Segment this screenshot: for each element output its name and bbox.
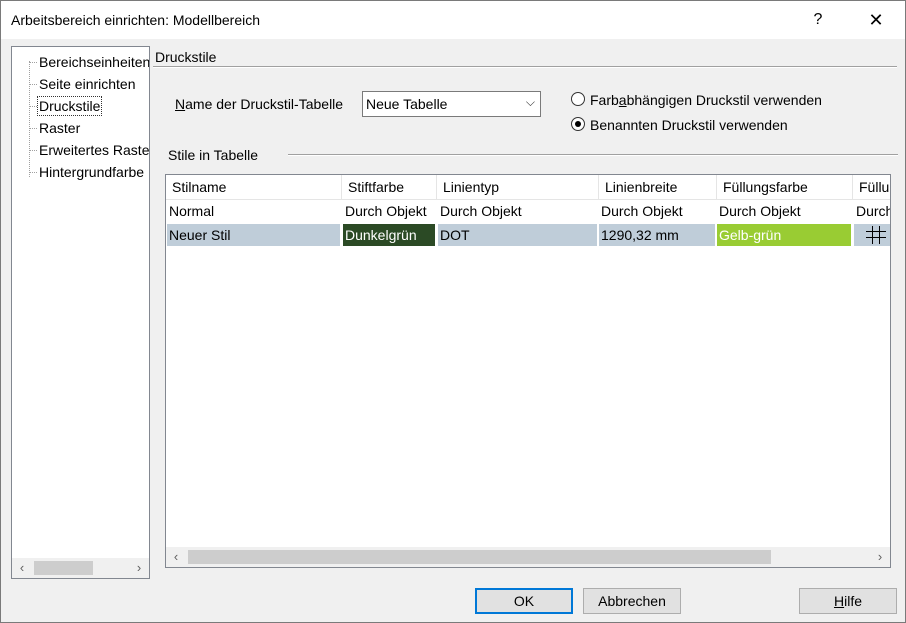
combobox-value: Neue Tabelle — [366, 96, 448, 112]
chevron-down-icon[interactable]: ⌵ — [526, 95, 535, 110]
table-name-label: Name der Druckstil-Tabelle — [175, 96, 343, 112]
radio-label: Benannten Druckstil verwenden — [590, 117, 788, 133]
cell-linientyp: DOT — [438, 224, 597, 246]
cell-linientyp: Durch Objekt — [440, 203, 522, 219]
tree-item-label: Druckstile — [36, 96, 103, 116]
scroll-left-icon[interactable]: ‹ — [166, 547, 186, 567]
scroll-left-icon[interactable]: ‹ — [12, 558, 32, 578]
cell-stilname: Normal — [169, 203, 215, 219]
tree-item-bereichseinheiten[interactable]: Bereichseinheiten — [12, 51, 149, 73]
styles-table: Stilname Stiftfarbe Linientyp Linienbrei… — [165, 174, 891, 568]
column-header-stilname[interactable]: Stilname — [166, 175, 342, 199]
accelerator-key: N — [175, 96, 186, 112]
dialog-window: Arbeitsbereich einrichten: Modellbereich… — [0, 0, 906, 623]
label-part: bhängigen Druckstil verwenden — [626, 92, 822, 108]
cell-fuellungsfarbe: Gelb-grün — [717, 224, 851, 246]
scrollbar-thumb[interactable] — [34, 561, 93, 575]
radio-circle[interactable] — [571, 92, 585, 106]
scroll-right-icon[interactable]: › — [129, 558, 149, 578]
cancel-button[interactable]: Abbrechen — [583, 588, 681, 614]
column-header-fuellungsmuster[interactable]: Füllungsmuster — [853, 175, 890, 199]
grid-pattern-icon — [866, 226, 886, 244]
cell-linienbreite: Durch Objekt — [601, 203, 683, 219]
table-horizontal-scrollbar[interactable]: ‹ › — [166, 547, 890, 567]
accelerator-key: H — [833, 593, 845, 609]
column-header-fuellungsfarbe[interactable]: Füllungsfarbe — [717, 175, 853, 199]
table-header: Stilname Stiftfarbe Linientyp Linienbrei… — [166, 175, 890, 200]
label-part: Farb — [590, 92, 619, 108]
scrollbar-thumb[interactable] — [188, 550, 771, 564]
tree-item-label: Hintergrundfarbe — [39, 164, 145, 180]
label-part: ame der Druckstil-Tabelle — [185, 96, 344, 112]
cell-stiftfarbe: Dunkelgrün — [343, 224, 435, 246]
cell-fuellungsmuster: Durch Objekt — [856, 203, 890, 219]
tree-horizontal-scrollbar[interactable]: ‹ › — [12, 558, 149, 578]
group-title: Druckstile — [155, 49, 217, 65]
table-name-combobox[interactable]: Neue Tabelle ⌵ — [362, 91, 541, 117]
cell-stilname: Neuer Stil — [167, 224, 340, 246]
styles-section-title: Stile in Tabelle — [168, 147, 259, 163]
radio-label: Farbabhängigen Druckstil verwenden — [590, 91, 822, 109]
tree-item-label: Erweitertes Raster — [39, 142, 149, 158]
settings-tree: Bereichseinheiten Seite einrichten Druck… — [11, 46, 150, 579]
tree-item-druckstile[interactable]: Druckstile — [12, 95, 149, 117]
close-button[interactable]: ✕ — [853, 1, 899, 39]
tree-item-seite-einrichten[interactable]: Seite einrichten — [12, 73, 149, 95]
scroll-right-icon[interactable]: › — [870, 547, 890, 567]
tree-item-raster[interactable]: Raster — [12, 117, 149, 139]
cell-linienbreite: 1290,32 mm — [599, 224, 715, 246]
radio-circle-checked[interactable] — [571, 117, 585, 131]
tree-item-label: Bereichseinheiten — [39, 54, 149, 70]
accelerator-key: a — [618, 92, 627, 108]
tree-item-label: Raster — [39, 120, 81, 136]
group-divider — [153, 66, 897, 68]
tree-item-erweitertes-raster[interactable]: Erweitertes Raster — [12, 139, 149, 161]
section-divider — [288, 154, 898, 156]
help-title-button[interactable]: ? — [795, 1, 841, 39]
column-header-linientyp[interactable]: Linientyp — [437, 175, 599, 199]
title-bar: Arbeitsbereich einrichten: Modellbereich… — [1, 1, 905, 39]
tree-items: Bereichseinheiten Seite einrichten Druck… — [12, 51, 149, 551]
window-title: Arbeitsbereich einrichten: Modellbereich — [11, 12, 261, 28]
tree-item-hintergrundfarbe[interactable]: Hintergrundfarbe — [12, 161, 149, 183]
button-label: ilfe — [844, 593, 863, 609]
help-button[interactable]: Hilfe — [799, 588, 897, 614]
cell-stiftfarbe: Durch Objekt — [345, 203, 427, 219]
tree-item-label: Seite einrichten — [39, 76, 136, 92]
table-row-selected[interactable]: Neuer Stil Dunkelgrün DOT 1290,32 mm Gel… — [166, 223, 890, 247]
ok-button[interactable]: OK — [475, 588, 573, 614]
column-header-stiftfarbe[interactable]: Stiftfarbe — [342, 175, 437, 199]
cell-fuellungsmuster — [854, 224, 890, 246]
cell-fuellungsfarbe: Durch Objekt — [719, 203, 801, 219]
column-header-linienbreite[interactable]: Linienbreite — [599, 175, 717, 199]
table-row[interactable]: Normal Durch Objekt Durch Objekt Durch O… — [166, 199, 890, 223]
